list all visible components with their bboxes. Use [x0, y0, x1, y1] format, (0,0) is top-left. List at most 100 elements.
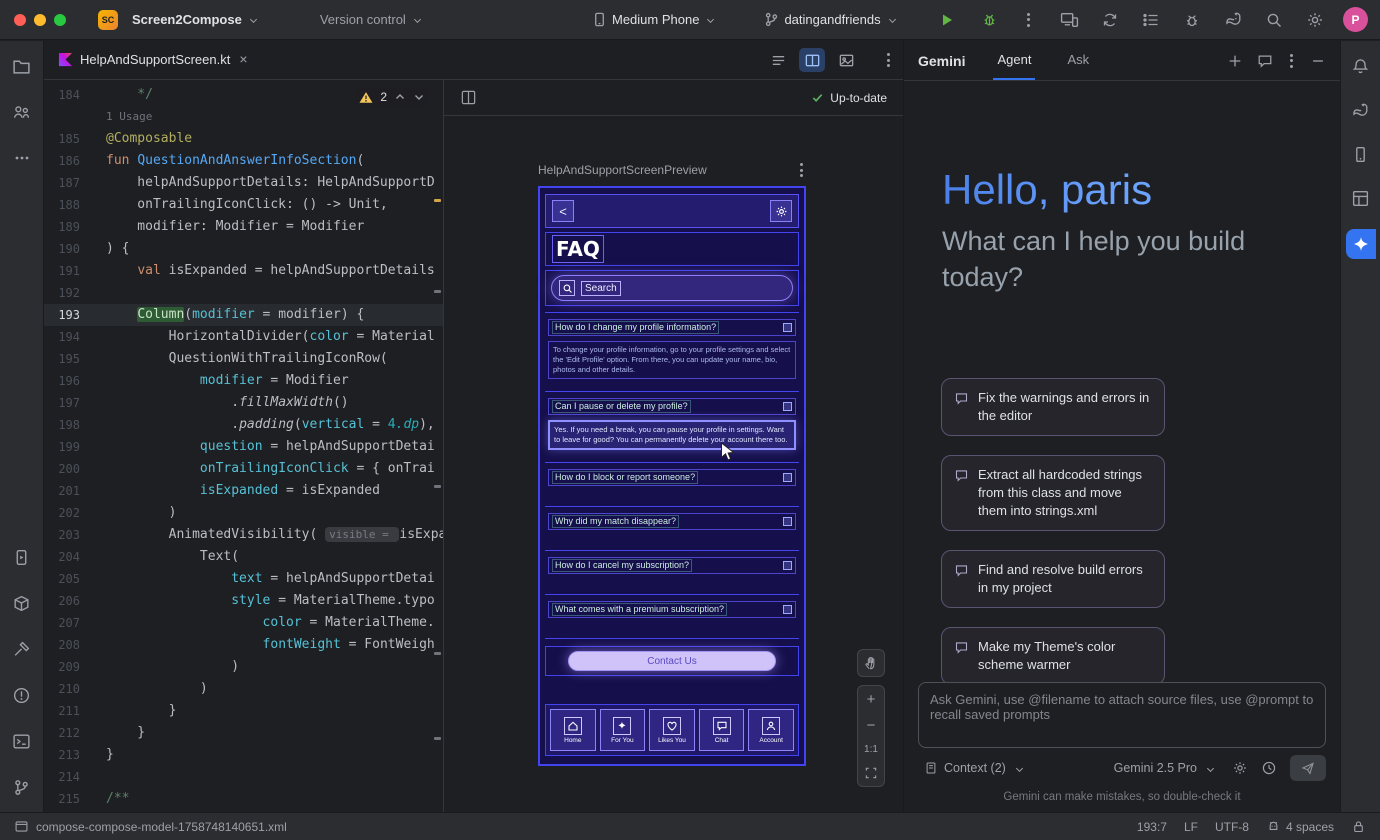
gemini-suggestion-card[interactable]: Extract all hardcoded strings from this … [941, 455, 1165, 531]
line-number[interactable]: 185 [44, 128, 80, 150]
debug-button[interactable] [975, 7, 1004, 32]
gemini-suggestion-card[interactable]: Fix the warnings and errors in the edito… [941, 378, 1165, 436]
gemini-prompt-input[interactable] [918, 682, 1326, 748]
app-inspection-tool-button[interactable] [9, 590, 35, 616]
line-number[interactable]: 207 [44, 612, 80, 634]
device-selector[interactable]: Medium Phone [585, 7, 719, 32]
version-control-tool-button[interactable] [9, 774, 35, 800]
code-text[interactable]: } [106, 700, 176, 722]
line-number[interactable]: 209 [44, 656, 80, 678]
code-text[interactable]: helpAndSupportDetails: HelpAndSupportD [106, 172, 435, 194]
code-text[interactable]: Text( [106, 546, 239, 568]
close-tab-icon[interactable]: × [239, 51, 247, 67]
line-number[interactable]: 214 [44, 766, 80, 788]
task-list-button[interactable] [1138, 7, 1164, 33]
line-number[interactable]: 195 [44, 348, 80, 370]
line-number[interactable]: 215 [44, 788, 80, 810]
line-number[interactable] [44, 106, 80, 128]
code-line[interactable]: 188 onTrailingIconClick: () -> Unit, [44, 194, 443, 216]
code-line[interactable]: 210 ) [44, 678, 443, 700]
zoom-out-button[interactable]: − [857, 712, 885, 738]
gemini-suggestion-card[interactable]: Make my Theme's color scheme warmer [941, 627, 1165, 685]
code-text[interactable]: @Composable [106, 128, 192, 150]
code-text[interactable]: /** [106, 788, 129, 810]
code-text[interactable]: modifier = Modifier [106, 370, 349, 392]
gemini-settings-icon[interactable] [1232, 760, 1248, 776]
problems-tool-button[interactable] [9, 682, 35, 708]
history-icon[interactable] [1261, 760, 1277, 776]
line-number[interactable]: 211 [44, 700, 80, 722]
more-actions-button[interactable] [1018, 6, 1039, 34]
code-text[interactable]: Column(modifier = modifier) { [106, 304, 364, 326]
send-button[interactable] [1290, 755, 1326, 781]
code-text[interactable]: fun QuestionAndAnswerInfoSection( [106, 150, 364, 172]
new-chat-icon[interactable] [1227, 53, 1243, 69]
build-tool-button[interactable] [9, 636, 35, 662]
design-view-toggle[interactable] [833, 48, 859, 72]
code-text[interactable]: fontWeight = FontWeigh [106, 634, 435, 656]
gemini-suggestion-card[interactable]: Find and resolve build errors in my proj… [941, 550, 1165, 608]
notifications-button[interactable] [1348, 53, 1374, 79]
code-line[interactable]: 198 .padding(vertical = 4.dp), [44, 414, 443, 436]
more-tool-windows-button[interactable] [9, 145, 35, 171]
sync-project-button[interactable] [1097, 7, 1123, 33]
editor-options-button[interactable] [867, 48, 893, 72]
gradle-tool-button[interactable] [1348, 97, 1374, 123]
device-mirroring-button[interactable] [1056, 7, 1082, 33]
code-line[interactable]: 185 @Composable [44, 128, 443, 150]
code-line[interactable]: 197 .fillMaxWidth() [44, 392, 443, 414]
stripe-mark[interactable] [434, 737, 441, 740]
terminal-tool-button[interactable] [9, 728, 35, 754]
code-text[interactable]: onTrailingIconClick: () -> Unit, [106, 194, 388, 216]
code-line[interactable]: 190) { [44, 238, 443, 260]
context-selector[interactable]: Context (2) [918, 758, 1028, 778]
prev-issue-icon[interactable] [394, 91, 406, 103]
minimize-window-button[interactable] [34, 14, 46, 26]
code-text[interactable]: question = helpAndSupportDetai [106, 436, 435, 458]
line-number[interactable]: 206 [44, 590, 80, 612]
pull-requests-tool-button[interactable] [9, 99, 35, 125]
caret-position-widget[interactable]: 193:7 [1137, 820, 1167, 834]
code-line[interactable]: 195 QuestionWithTrailingIconRow( [44, 348, 443, 370]
code-line[interactable]: 211 } [44, 700, 443, 722]
code-line[interactable]: 208 fontWeight = FontWeigh [44, 634, 443, 656]
maximize-window-button[interactable] [54, 14, 66, 26]
encoding-widget[interactable]: UTF-8 [1215, 820, 1249, 834]
code-text[interactable]: } [106, 722, 145, 744]
line-number[interactable]: 191 [44, 260, 80, 282]
code-line[interactable]: 186fun QuestionAndAnswerInfoSection( [44, 150, 443, 172]
line-number[interactable]: 204 [44, 546, 80, 568]
tab-agent[interactable]: Agent [993, 41, 1035, 80]
line-number[interactable]: 200 [44, 458, 80, 480]
zoom-in-button[interactable]: + [857, 686, 885, 712]
stripe-mark[interactable] [434, 485, 441, 488]
code-text[interactable]: modifier: Modifier = Modifier [106, 216, 364, 238]
code-text[interactable]: val isExpanded = helpAndSupportDetails [106, 260, 435, 282]
code-line[interactable]: 200 onTrailingIconClick = { onTrai [44, 458, 443, 480]
code-line[interactable]: 192 [44, 282, 443, 304]
code-line[interactable]: 212 } [44, 722, 443, 744]
running-devices-tool-button[interactable] [9, 544, 35, 570]
zoom-to-fit-button[interactable] [857, 760, 885, 786]
chat-history-icon[interactable] [1257, 53, 1273, 69]
line-number[interactable]: 205 [44, 568, 80, 590]
code-line[interactable]: 206 style = MaterialTheme.typo [44, 590, 443, 612]
tab-ask[interactable]: Ask [1063, 41, 1093, 80]
code-line[interactable]: 215 /** [44, 788, 443, 810]
vcs-widget[interactable]: Version control [314, 8, 426, 31]
code-line[interactable]: 196 modifier = Modifier [44, 370, 443, 392]
code-text[interactable]: style = MaterialTheme.typo [106, 590, 435, 612]
line-separator-widget[interactable]: LF [1184, 820, 1198, 834]
bug-report-button[interactable] [1179, 7, 1205, 33]
line-number[interactable]: 199 [44, 436, 80, 458]
stripe-mark[interactable] [434, 652, 441, 655]
code-line[interactable]: 1 Usage [44, 106, 443, 128]
code-text[interactable]: color = MaterialTheme. [106, 612, 435, 634]
line-number[interactable]: 187 [44, 172, 80, 194]
pan-tool-button[interactable] [857, 649, 885, 677]
model-selector[interactable]: Gemini 2.5 Pro [1108, 758, 1219, 778]
warning-stripe-mark[interactable] [434, 199, 441, 202]
line-number[interactable]: 197 [44, 392, 80, 414]
code-line[interactable]: 201 isExpanded = isExpanded [44, 480, 443, 502]
line-number[interactable]: 188 [44, 194, 80, 216]
